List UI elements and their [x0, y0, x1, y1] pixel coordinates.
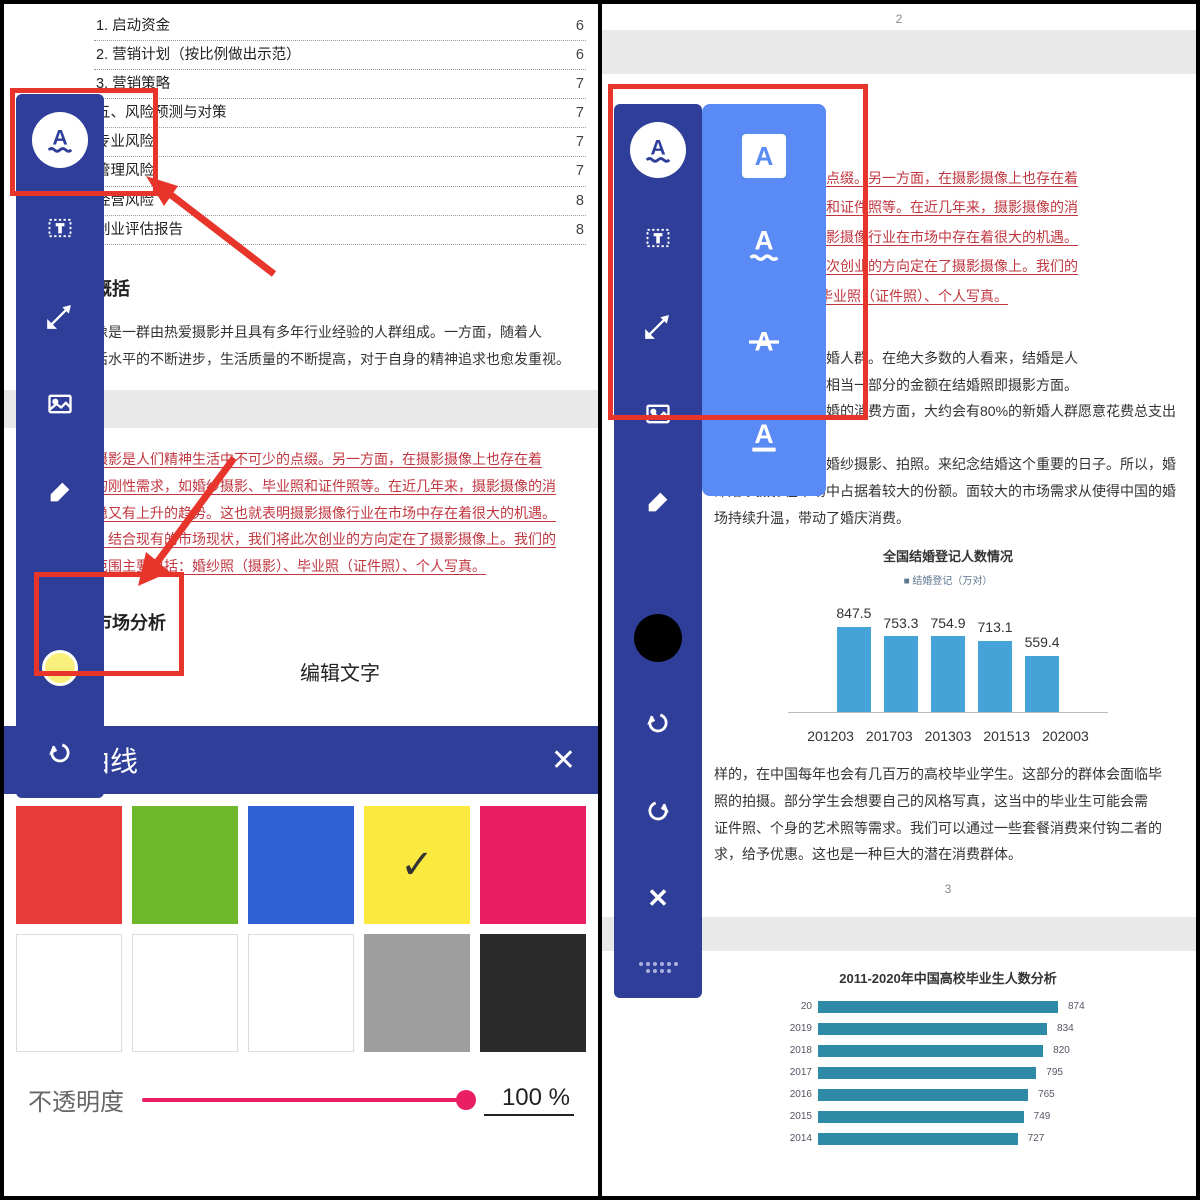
highlight-box-style[interactable]: A [742, 134, 786, 178]
text-annotate-tool[interactable]: A [32, 112, 88, 168]
color-swatch[interactable] [132, 806, 238, 924]
svg-text:A: A [650, 135, 665, 159]
wavy-underline-style[interactable]: A [736, 218, 792, 274]
opacity-label: 不透明度 [28, 1082, 124, 1117]
opacity-control: 不透明度 100 % [4, 1064, 598, 1147]
bar-chart-2: 2087420198342018820201779520167652015749… [778, 997, 1118, 1148]
close-toolbar-button[interactable]: ✕ [630, 870, 686, 926]
text-annotate-tool[interactable]: A [630, 122, 686, 178]
eraser-tool[interactable] [32, 464, 88, 520]
toc-row: 1. 启动资金6 [94, 12, 586, 41]
toc-row: 专业风险7 [94, 128, 586, 157]
color-swatch[interactable] [132, 934, 238, 1052]
color-swatch[interactable] [364, 806, 470, 924]
svg-text:T: T [56, 223, 63, 236]
color-swatch[interactable] [364, 934, 470, 1052]
document-content: 1. 启动资金62. 营销计划（按比例做出示范）63. 营销策略7五、风险预测与… [94, 12, 586, 692]
strikethrough-style[interactable]: A [736, 314, 792, 370]
eraser-tool[interactable] [630, 474, 686, 530]
image-tool[interactable] [630, 386, 686, 442]
redo-button[interactable] [630, 782, 686, 838]
edit-text-label: 编辑文字 [94, 656, 586, 692]
bar-chart-1: 847.5753.3754.9713.1559.4 [788, 597, 1108, 713]
color-swatch[interactable] [16, 934, 122, 1052]
opacity-slider[interactable] [142, 1098, 466, 1102]
toc-row: 五、风险预测与对策7 [94, 99, 586, 128]
textbox-tool[interactable]: T [32, 200, 88, 256]
chart-title-2: 2011-2020年中国高校毕业生人数分析 [714, 967, 1182, 992]
heading-market: 市场分析 [94, 607, 586, 639]
text-style-submenu: A A A A [702, 104, 826, 496]
textbox-tool[interactable]: T [630, 210, 686, 266]
color-swatch[interactable] [16, 806, 122, 924]
svg-text:A: A [754, 419, 773, 449]
color-swatch[interactable] [480, 806, 586, 924]
paragraph: 样的，在中国每年也会有几百万的高校毕业学生。这部分的群体会面临毕照的拍摄。部分学… [714, 761, 1182, 867]
color-swatch[interactable] [480, 934, 586, 1052]
bar-chart-1-xaxis: 201203201703201303201513202003 [788, 723, 1108, 750]
color-swatch[interactable] [248, 934, 354, 1052]
color-indicator[interactable] [634, 614, 682, 662]
paragraph: 像是一群由热爱摄影并且具有多年行业经验的人群组成。一方面，随着人 活水平的不断进… [94, 319, 586, 372]
image-tool[interactable] [32, 376, 88, 432]
toc-row: 创业评估报告8 [94, 216, 586, 245]
toc-row: 3. 营销策略7 [94, 70, 586, 99]
color-swatch[interactable] [248, 806, 354, 924]
right-screenshot: 2 神生活必不可少的点缀。另一方面，在摄影摄像上也存在着婚纱摄影、毕业照和证件照… [602, 4, 1196, 1196]
toc: 1. 启动资金62. 营销计划（按比例做出示范）63. 营销策略7五、风险预测与… [94, 12, 586, 245]
opacity-value[interactable]: 100 % [484, 1084, 574, 1116]
drag-handle-icon[interactable] [638, 962, 678, 970]
line-tool[interactable] [32, 288, 88, 344]
toc-row: 管理风险7 [94, 157, 586, 186]
color-swatches [4, 794, 598, 1064]
toc-row: 2. 营销计划（按比例做出示范）6 [94, 41, 586, 70]
undo-button[interactable] [630, 694, 686, 750]
svg-text:A: A [754, 226, 773, 255]
left-screenshot: 1. 启动资金62. 营销计划（按比例做出示范）63. 营销策略7五、风险预测与… [4, 4, 602, 1196]
color-indicator[interactable] [36, 644, 84, 692]
underline-style[interactable]: A [736, 410, 792, 466]
close-icon[interactable]: ✕ [551, 743, 576, 778]
line-tool[interactable] [630, 298, 686, 354]
annotation-toolbar: A T ✕ [614, 104, 702, 998]
toc-row: 经营风险8 [94, 187, 586, 216]
chart-legend: ■ 结婚登记（万对） [714, 572, 1182, 591]
page-number: 3 [714, 878, 1182, 901]
heading-summary: 概括 [94, 273, 586, 305]
chart-title-1: 全国结婚登记人数情况 [714, 545, 1182, 570]
page-number: 2 [602, 12, 1196, 26]
annotation-toolbar: A T [16, 94, 104, 798]
undo-button[interactable] [32, 724, 88, 780]
svg-text:A: A [52, 125, 67, 149]
highlighted-paragraph: 摄影是人们精神生活中不可少的点缀。另一方面，在摄影摄像上也存在着的刚性需求，如婚… [94, 446, 586, 579]
svg-text:T: T [654, 233, 661, 246]
